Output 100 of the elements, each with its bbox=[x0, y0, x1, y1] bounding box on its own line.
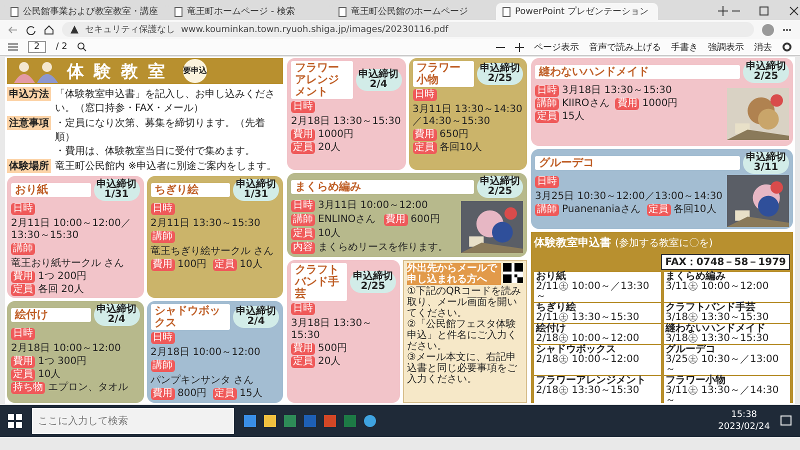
info-text: ・定員になり次第、募集を締切ります。（先着順） bbox=[55, 116, 266, 144]
search-field[interactable]: ここに入力して検索 bbox=[32, 408, 234, 434]
window-controls-icon[interactable] bbox=[730, 6, 800, 16]
form-row: ちぎり絵 2/11㊏ 13:30～15:30 bbox=[534, 303, 660, 323]
field-label: 内容 bbox=[291, 242, 315, 254]
zoom-in-icon[interactable] bbox=[515, 42, 524, 52]
qr-code-icon bbox=[503, 263, 523, 283]
field-value: 3月11日 13:30～14:30／14:30～15:30 bbox=[412, 104, 523, 128]
field-value: 500円 bbox=[318, 343, 348, 356]
deadline-badge: 申込締切 2/25 bbox=[477, 63, 523, 86]
class-title: 縫わないハンドメイド bbox=[535, 64, 740, 80]
field-value: 竜王おり紙サークル さん bbox=[11, 258, 124, 270]
field-value: まくらめリースを作ります。 bbox=[318, 242, 448, 254]
settings-icon[interactable] bbox=[782, 42, 792, 52]
search-icon[interactable] bbox=[77, 42, 88, 52]
notification-icon[interactable] bbox=[780, 415, 792, 427]
clock[interactable]: 15:38 2023/02/24 bbox=[718, 409, 770, 433]
field-value: KIIROさん bbox=[562, 98, 610, 110]
page-icon bbox=[10, 6, 19, 16]
toolbar-button[interactable]: 手書き bbox=[671, 40, 698, 54]
deadline-badge: 申込締切 2/4 bbox=[233, 306, 279, 328]
field-label: 定員 bbox=[212, 388, 237, 400]
form-row: 絵付け 2/18㊏ 10:00～12:00 bbox=[534, 324, 660, 344]
field-label: 日時 bbox=[535, 176, 559, 188]
deadline-badge: 申込締切 2/4 bbox=[356, 69, 402, 92]
application-badge: 要申込 bbox=[183, 59, 207, 83]
deadline-badge: 申込締切 2/25 bbox=[743, 61, 789, 83]
field-value: 15人 bbox=[240, 388, 262, 400]
refresh-icon[interactable] bbox=[26, 24, 36, 34]
field-label: 費用 bbox=[11, 356, 35, 368]
field-value: 1000円 bbox=[642, 98, 678, 110]
toolbar-button[interactable]: 消去 bbox=[754, 40, 772, 54]
field-label: 日時 bbox=[535, 85, 559, 97]
field-label: 費用 bbox=[615, 98, 640, 110]
field-value: 2月11日 10:00～12:00／13:30～15:30 bbox=[11, 218, 132, 242]
form-row: フラワーアレンジメント 2/18㊏ 13:30～15:30 bbox=[534, 376, 660, 404]
info-text: ・費用は、体験教室当日に受付で集めます。 bbox=[55, 144, 256, 158]
instruction-step: ①下記のQRコードを読み取り、メール画面を開いてください。 bbox=[407, 286, 523, 319]
form-row: 縫わないハンドメイド 3/18㊏ 13:30～15:30 bbox=[664, 324, 790, 344]
page-number-field[interactable]: 2 bbox=[28, 41, 46, 53]
doll-figure-drawing bbox=[13, 59, 59, 83]
class-title: フラワーアレンジメント bbox=[291, 61, 352, 100]
field-label: 日時 bbox=[291, 303, 315, 316]
fax-number: FAX：0748－58－1979 bbox=[661, 254, 790, 270]
profile-icon[interactable] bbox=[762, 24, 774, 36]
info-text: 「体験教室申込書」を記入し、お申し込みください。（窓口持参・FAX・メール） bbox=[55, 88, 276, 115]
security-label: セキュリティ保護なし bbox=[85, 24, 175, 36]
field-value: 各回 20人 bbox=[38, 284, 84, 296]
field-label: 講師 bbox=[150, 231, 174, 243]
field-label: 講師 bbox=[291, 214, 315, 226]
field-value: 10人 bbox=[38, 368, 61, 381]
field-value: 各回10人 bbox=[440, 142, 482, 154]
field-label: 定員 bbox=[11, 284, 35, 296]
class-title: 絵付け bbox=[11, 308, 90, 322]
field-value: 650円 bbox=[440, 129, 469, 142]
field-value: 3月25日 10:30～12:00／13:00～14:30 bbox=[535, 191, 723, 203]
deadline-badge: 申込締切 1/31 bbox=[94, 179, 140, 201]
form-row: クラフトバンド手芸 3/18㊏ 13:30～15:30 bbox=[664, 303, 790, 323]
home-icon[interactable] bbox=[44, 24, 54, 34]
browser-tab[interactable]: PowerPoint プレゼンテーション bbox=[496, 3, 658, 20]
address-bar[interactable]: セキュリティ保護なし www.kouminkan.town.ryuoh.shiga.jp/images/20230116.pdf bbox=[62, 22, 754, 37]
toolbar-button[interactable]: ページ表示 bbox=[534, 40, 579, 54]
field-label: 定員 bbox=[646, 204, 671, 216]
info-label: 申込方法 bbox=[7, 87, 51, 101]
deadline-badge: 申込締切 2/25 bbox=[350, 271, 396, 294]
new-tab-icon[interactable] bbox=[718, 6, 728, 16]
field-label: 定員 bbox=[291, 142, 315, 154]
flyer-title: 体験教室 bbox=[67, 60, 175, 82]
field-label: 定員 bbox=[291, 228, 315, 240]
back-icon[interactable] bbox=[8, 24, 18, 34]
start-icon[interactable] bbox=[8, 414, 22, 428]
field-label: 費用 bbox=[11, 271, 35, 283]
field-label: 日時 bbox=[11, 203, 35, 215]
field-value: 800円 bbox=[178, 388, 207, 400]
contents-icon[interactable] bbox=[8, 43, 18, 51]
field-label: 定員 bbox=[212, 259, 237, 271]
class-title: グルーデコ bbox=[535, 156, 740, 170]
form-note: (参加する教室に〇を) bbox=[615, 236, 713, 250]
field-value: 15人 bbox=[562, 111, 585, 123]
toolbar-button[interactable]: 音声で読み上げる bbox=[589, 40, 661, 54]
toolbar-button[interactable]: 強調表示 bbox=[708, 40, 744, 54]
field-label: 講師 bbox=[150, 360, 174, 372]
field-label: 定員 bbox=[291, 356, 315, 368]
class-title: クラフトバンド手芸 bbox=[291, 263, 347, 302]
field-value: 各回10人 bbox=[674, 204, 716, 216]
deadline-badge: 申込締切 2/4 bbox=[94, 304, 140, 326]
field-label: 定員 bbox=[535, 111, 559, 123]
deadline-badge: 申込締切 3/11 bbox=[743, 152, 789, 174]
form-row: フラワー小物 3/11㊏ 13:30～／14:30～ bbox=[664, 376, 790, 404]
field-label: 講師 bbox=[11, 243, 35, 255]
class-title: ちぎり絵 bbox=[150, 182, 230, 198]
field-label: 持ち物 bbox=[11, 382, 45, 394]
field-value: 1つ 300円 bbox=[38, 356, 87, 368]
field-value: 3月18日 13:30～15:30 bbox=[291, 318, 374, 342]
field-value: 100円 bbox=[178, 259, 207, 271]
field-value: 20人 bbox=[318, 142, 341, 154]
page-icon bbox=[338, 6, 347, 16]
field-label: 日時 bbox=[150, 203, 174, 215]
email-heading: 外出先からメールで申し込まれる方へ bbox=[407, 263, 501, 285]
warning-icon bbox=[70, 25, 79, 34]
